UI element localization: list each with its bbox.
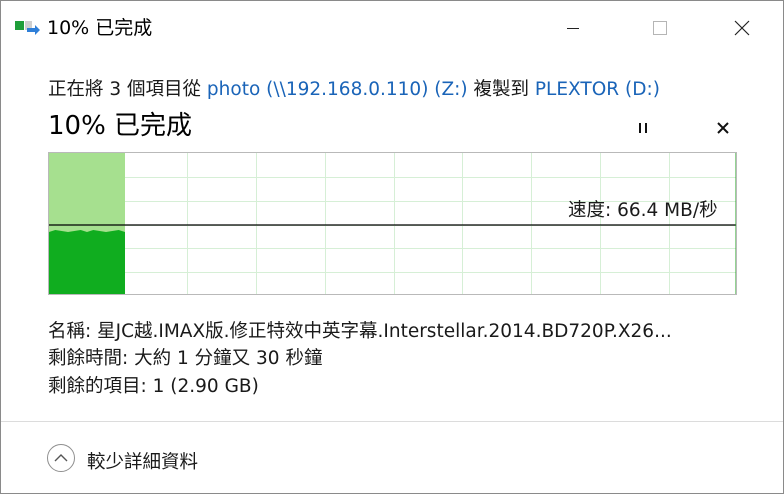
file-name-row: 名稱: 星JC越.IMAX版.修正特效中英字幕.Interstellar.201…: [48, 317, 672, 343]
time-remaining-row: 剩餘時間: 大約 1 分鐘又 30 秒鐘: [48, 344, 322, 370]
pause-button[interactable]: [633, 118, 653, 138]
title-bar[interactable]: 10% 已完成: [1, 1, 783, 55]
chevron-up-icon: [54, 454, 68, 462]
file-name-value: 星JC越.IMAX版.修正特效中英字幕.Interstellar.2014.BD…: [97, 321, 672, 342]
close-button[interactable]: [719, 1, 765, 55]
pause-icon: [639, 123, 641, 133]
items-remaining-row: 剩餘的項目: 1 (2.90 GB): [48, 372, 259, 398]
graph-grid: [49, 153, 736, 294]
maximize-button[interactable]: [637, 1, 683, 55]
transfer-speed-graph: [48, 152, 737, 295]
window-title: 10% 已完成: [47, 17, 153, 39]
fewer-details-toggle[interactable]: [47, 444, 75, 472]
time-remaining-label: 剩餘時間:: [48, 348, 129, 369]
copy-transfer-icon: [15, 21, 40, 35]
cancel-icon: [717, 122, 729, 134]
speed-graph-canvas: [49, 153, 736, 294]
speed-label: 速度: 66.4 MB/秒: [568, 200, 718, 221]
maximize-icon: [653, 21, 667, 35]
cancel-button[interactable]: [712, 117, 734, 139]
time-remaining-value: 大約 1 分鐘又 30 秒鐘: [134, 348, 323, 369]
copy-status-line: 正在將 3 個項目從 photo (\\192.168.0.110) (Z:) …: [48, 75, 660, 101]
minimize-icon: [567, 27, 579, 29]
file-name-label: 名稱:: [48, 321, 92, 342]
copy-progress-window: 10% 已完成 正在將 3 個項目從 photo (\\192.168.0.11…: [0, 0, 784, 494]
minimize-button[interactable]: [550, 1, 596, 55]
items-remaining-label: 剩餘的項目:: [48, 376, 147, 397]
speed-area: [49, 230, 125, 294]
status-middle: 複製到: [467, 79, 535, 100]
status-prefix: 正在將 3 個項目從: [48, 79, 207, 100]
source-location-link[interactable]: photo (\\192.168.0.110) (Z:): [207, 79, 468, 100]
items-remaining-value: 1 (2.90 GB): [152, 376, 259, 397]
fewer-details-button[interactable]: 較少詳細資料: [87, 448, 198, 474]
progress-headline: 10% 已完成: [48, 111, 193, 141]
close-icon: [734, 20, 750, 36]
destination-location-link[interactable]: PLEXTOR (D:): [535, 79, 660, 100]
